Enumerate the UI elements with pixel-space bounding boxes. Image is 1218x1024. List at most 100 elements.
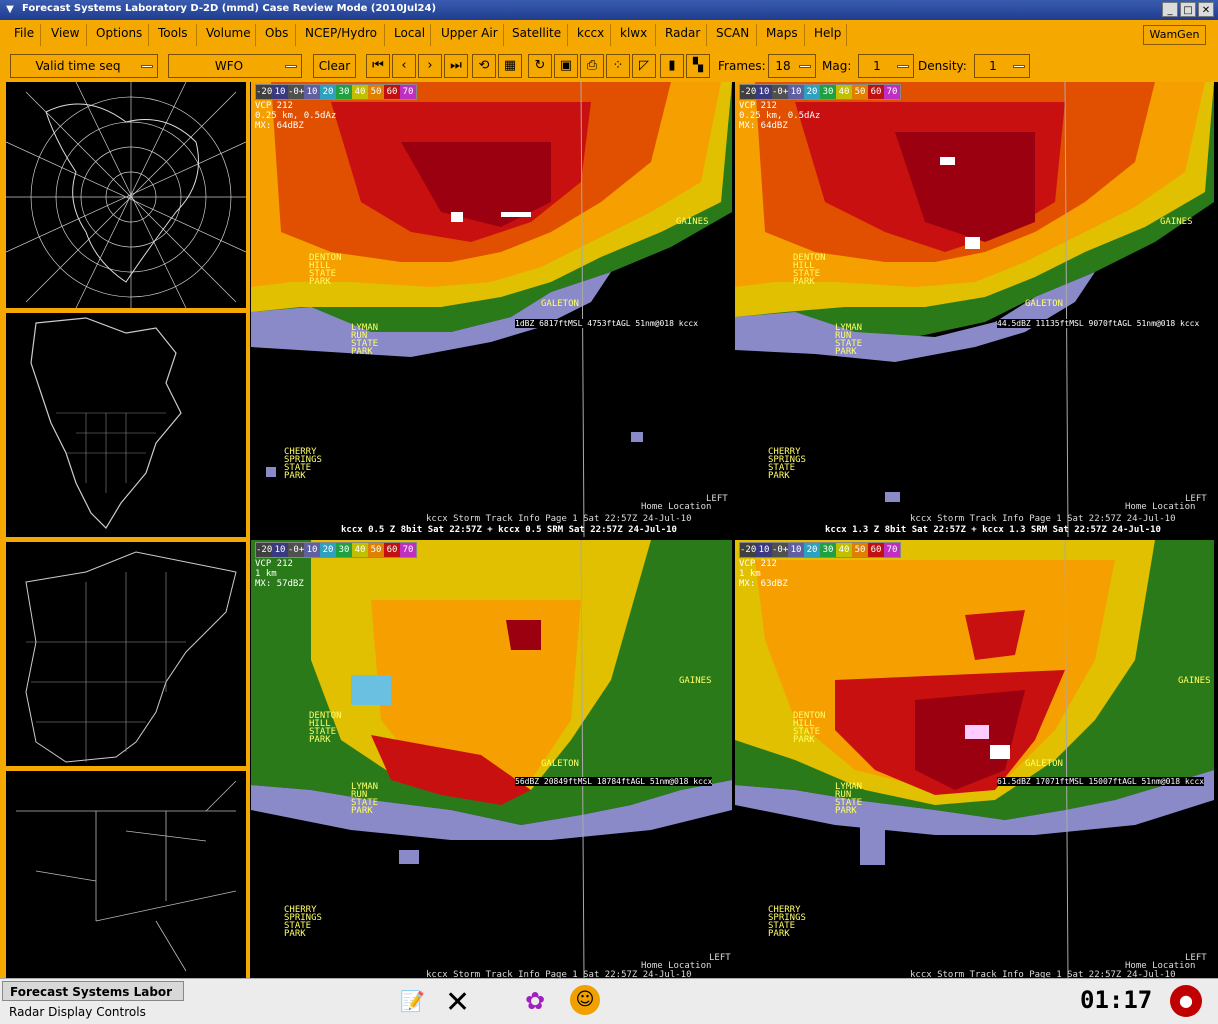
place-denton: DENTON HILL STATE PARK bbox=[793, 711, 826, 745]
mag-value: 1 bbox=[873, 59, 881, 73]
place-lyman: LYMAN RUN STATE PARK bbox=[835, 323, 863, 357]
place-gaines: GAINES bbox=[1178, 676, 1211, 686]
max-label: MX: 57dBZ bbox=[255, 579, 304, 589]
place-galeton: GALETON bbox=[541, 759, 579, 769]
place-lyman: LYMAN RUN STATE PARK bbox=[835, 782, 863, 816]
time-mode-dropdown[interactable]: Valid time seq bbox=[10, 54, 158, 78]
place-denton: DENTON HILL STATE PARK bbox=[793, 253, 826, 287]
vcp-label: VCP 212 bbox=[255, 559, 293, 569]
menu-obs[interactable]: Obs bbox=[265, 26, 288, 40]
side-map-regional[interactable] bbox=[6, 771, 246, 978]
left-label: LEFT bbox=[709, 953, 731, 963]
menu-maps[interactable]: Maps bbox=[766, 26, 798, 40]
place-lyman: LYMAN RUN STATE PARK bbox=[351, 782, 379, 816]
left-label: LEFT bbox=[1185, 953, 1207, 963]
radar-image-2 bbox=[735, 82, 1214, 537]
clear-button[interactable]: Clear bbox=[313, 54, 356, 78]
storm-track-status: kccx Storm Track Info Page 1 Sat 22:57Z … bbox=[426, 514, 692, 524]
place-lyman: LYMAN RUN STATE PARK bbox=[351, 323, 379, 357]
x-window-icon[interactable]: ✕ bbox=[445, 985, 470, 1020]
maximize-button[interactable]: □ bbox=[1180, 2, 1196, 17]
notepad-icon[interactable]: 📝 bbox=[400, 989, 425, 1013]
single-pane-icon[interactable]: ▮ bbox=[660, 54, 684, 78]
color-bar: -20 10 -0+ 10 20 30 40 50 60 70 bbox=[255, 542, 417, 558]
side-map-north-america[interactable] bbox=[6, 313, 246, 537]
menu-scan[interactable]: SCAN bbox=[716, 26, 749, 40]
first-frame-icon[interactable]: ⏮ bbox=[366, 54, 390, 78]
radar-image-4 bbox=[735, 540, 1214, 978]
product-legend: kccx 0.5 Z 8bit Sat 22:57Z + kccx 0.5 SR… bbox=[341, 525, 677, 535]
color-table-icon[interactable]: ▦ bbox=[498, 54, 522, 78]
place-gaines: GAINES bbox=[676, 217, 709, 227]
scale-value: WFO bbox=[214, 59, 244, 73]
menu-help[interactable]: Help bbox=[814, 26, 841, 40]
storm-track-status: kccx Storm Track Info Page 1 Sat 22:57Z … bbox=[910, 514, 1176, 524]
home-location: Home Location bbox=[641, 502, 712, 512]
next-frame-icon[interactable]: › bbox=[418, 54, 442, 78]
menu-volume[interactable]: Volume bbox=[206, 26, 251, 40]
storm-track-status: kccx Storm Track Info Page 1 Sat 22:57Z … bbox=[910, 970, 1176, 978]
resolution-label: 1 km bbox=[255, 569, 277, 579]
radar-panel-3[interactable]: -20 10 -0+ 10 20 30 40 50 60 70 VCP 212 1 km M… bbox=[251, 540, 732, 978]
task-forecast-window[interactable]: Forecast Systems Labor bbox=[2, 981, 184, 1001]
menu-view[interactable]: View bbox=[51, 26, 79, 40]
menu-ncep-hydro[interactable]: NCEP/Hydro bbox=[305, 26, 377, 40]
image-properties-icon[interactable]: ▣ bbox=[554, 54, 578, 78]
resolution-label: 1 km bbox=[739, 569, 761, 579]
chevron-down-icon bbox=[141, 65, 153, 68]
radar-panel-4[interactable]: -20 10 -0+ 10 20 30 40 50 60 70 VCP 212 1 km M… bbox=[735, 540, 1214, 978]
place-cherry: CHERRY SPRINGS STATE PARK bbox=[284, 447, 322, 481]
task-radar-display-controls[interactable]: Radar Display Controls bbox=[2, 1002, 184, 1022]
menu-options[interactable]: Options bbox=[96, 26, 142, 40]
max-label: MX: 64dBZ bbox=[739, 121, 788, 131]
print-icon[interactable]: ⎙ bbox=[580, 54, 604, 78]
side-map-polar[interactable] bbox=[5, 81, 247, 309]
points-icon[interactable]: ⁘ bbox=[606, 54, 630, 78]
vcp-label: VCP 212 bbox=[739, 101, 777, 111]
refresh-icon[interactable]: ↻ bbox=[528, 54, 552, 78]
radar-image-1 bbox=[251, 82, 732, 537]
last-frame-icon[interactable]: ⏭ bbox=[444, 54, 468, 78]
radar-panel-1[interactable]: -20 10 -0+ 10 20 30 40 50 60 70 VCP 212 0.25 k… bbox=[251, 82, 732, 537]
menu-klwx[interactable]: klwx bbox=[620, 26, 647, 40]
color-bar: -20 10 -0+ 10 20 30 40 50 60 70 bbox=[739, 84, 901, 100]
frames-label: Frames: bbox=[718, 59, 766, 73]
menu-file[interactable]: File bbox=[14, 26, 34, 40]
baseline-icon[interactable]: ◸ bbox=[632, 54, 656, 78]
max-label: MX: 64dBZ bbox=[255, 121, 304, 131]
four-pane-icon[interactable]: ▚ bbox=[686, 54, 710, 78]
mag-dropdown[interactable]: 1 bbox=[858, 54, 914, 78]
wamgen-button[interactable]: WamGen bbox=[1143, 25, 1206, 45]
sample-readout: 56dBZ 20849ftMSL 18784ftAGL 51nm@018 kcc… bbox=[515, 777, 713, 786]
menu-tools[interactable]: Tools bbox=[158, 26, 188, 40]
side-map-northeast[interactable] bbox=[6, 542, 246, 766]
scale-dropdown[interactable]: WFO bbox=[168, 54, 302, 78]
window-menu-icon[interactable]: ▼ bbox=[3, 3, 17, 17]
place-cherry: CHERRY SPRINGS STATE PARK bbox=[284, 905, 322, 939]
sample-readout: 1dBZ 6817ftMSL 4753ftAGL 51nm@018 kccx bbox=[515, 319, 699, 328]
butterfly-icon[interactable]: ✿ bbox=[525, 987, 545, 1015]
clock: 01:17 bbox=[1080, 986, 1153, 1014]
density-value: 1 bbox=[989, 59, 997, 73]
menu-local[interactable]: Local bbox=[394, 26, 425, 40]
menu-kccx[interactable]: kccx bbox=[577, 26, 604, 40]
place-galeton: GALETON bbox=[1025, 299, 1063, 309]
chevron-down-icon bbox=[799, 65, 811, 68]
loop-icon[interactable]: ⟲ bbox=[472, 54, 496, 78]
density-dropdown[interactable]: 1 bbox=[974, 54, 1030, 78]
radar-panel-2[interactable]: -20 10 -0+ 10 20 30 40 50 60 70 VCP 212 0.25 k… bbox=[735, 82, 1214, 537]
mag-label: Mag: bbox=[822, 59, 852, 73]
max-label: MX: 63dBZ bbox=[739, 579, 788, 589]
smiley-icon[interactable]: ☺ bbox=[570, 985, 600, 1015]
taskbar: Forecast Systems Labor Radar Display Con… bbox=[0, 978, 1218, 1024]
close-button[interactable]: ✕ bbox=[1198, 2, 1214, 17]
frames-dropdown[interactable]: 18 bbox=[768, 54, 816, 78]
time-mode-value: Valid time seq bbox=[35, 59, 121, 73]
menu-satellite[interactable]: Satellite bbox=[512, 26, 561, 40]
prev-frame-icon[interactable]: ‹ bbox=[392, 54, 416, 78]
radar-image-3 bbox=[251, 540, 732, 978]
menu-upper-air[interactable]: Upper Air bbox=[441, 26, 498, 40]
menu-radar[interactable]: Radar bbox=[665, 26, 700, 40]
minimize-button[interactable]: _ bbox=[1162, 2, 1178, 17]
redhat-icon[interactable]: ● bbox=[1170, 985, 1202, 1017]
